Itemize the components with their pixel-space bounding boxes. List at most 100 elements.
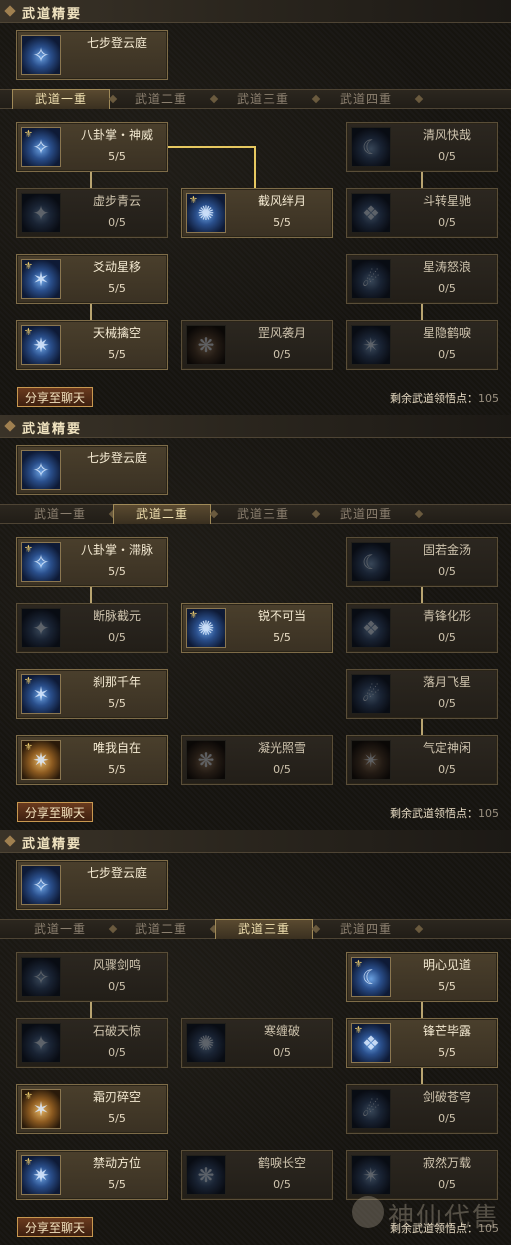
header-diamond-icon xyxy=(4,835,16,847)
tab-wudao-3[interactable]: 武道三重 xyxy=(215,919,313,939)
connector-line xyxy=(421,1065,423,1085)
skill-name: 天械擒空 xyxy=(92,326,141,340)
tab-wudao-4[interactable]: 武道四重 xyxy=(318,505,414,523)
skill-name: 风骤剑鸣 xyxy=(92,958,141,972)
tab-wudao-3[interactable]: 武道三重 xyxy=(215,505,311,523)
tab-wudao-4[interactable]: 武道四重 xyxy=(318,90,414,108)
skill-name: 唯我自在 xyxy=(92,741,141,755)
tab-wudao-1[interactable]: 武道一重 xyxy=(12,920,108,938)
gale-moon-icon: ❋ xyxy=(186,325,226,365)
skill-level: 0/5 xyxy=(438,282,456,295)
panel-header: 武道精要 xyxy=(0,415,511,438)
skill-card[interactable]: ✧ 风骤剑鸣 0/5 xyxy=(16,952,168,1002)
tab-wudao-1[interactable]: 武道一重 xyxy=(12,89,110,109)
tab-wudao-1[interactable]: 武道一重 xyxy=(12,505,108,523)
connector-line xyxy=(90,999,92,1019)
remaining-points: 剩余武道领悟点：105 xyxy=(390,805,499,821)
tab-divider-icon xyxy=(414,924,424,934)
top-skill-card[interactable]: ✧ 七步登云庭 xyxy=(16,860,168,910)
connector-line xyxy=(90,169,92,189)
skill-card[interactable]: ✷ ⚜ 唯我自在 5/5 xyxy=(16,735,168,785)
skill-card[interactable]: ❋ 鹤唳长空 0/5 xyxy=(181,1150,333,1200)
skill-card[interactable]: ✧ ⚜ 八卦掌・滞脉 5/5 xyxy=(16,537,168,587)
skill-name: 虚步青云 xyxy=(92,194,141,208)
skill-card[interactable]: ✧ ⚜ 八卦掌・神威 5/5 xyxy=(16,122,168,172)
top-skill-card[interactable]: ✧ 七步登云庭 xyxy=(16,30,168,80)
skill-level: 0/5 xyxy=(438,697,456,710)
share-to-chat-button[interactable]: 分享至聊天 xyxy=(17,1217,93,1237)
tab-wudao-2[interactable]: 武道二重 xyxy=(113,920,209,938)
cloud-step-icon: ✧ xyxy=(21,865,61,905)
sky-sword-icon: ☄ xyxy=(351,1089,391,1129)
connector-line xyxy=(421,716,423,736)
skill-card[interactable]: ❖ 斗转星驰 0/5 xyxy=(346,188,498,238)
instant-icon: ✶ ⚜ xyxy=(21,674,61,714)
skill-card[interactable]: ✦ 石破天惊 0/5 xyxy=(16,1018,168,1068)
skill-name: 截风绊月 xyxy=(257,194,306,208)
share-to-chat-button[interactable]: 分享至聊天 xyxy=(17,387,93,407)
cloud-step-icon: ✧ xyxy=(21,450,61,490)
skill-name: 八卦掌・滞脉 xyxy=(80,543,153,557)
skill-level: 0/5 xyxy=(108,980,126,993)
skill-card[interactable]: ☄ 落月飞星 0/5 xyxy=(346,669,498,719)
skill-card[interactable]: ❖ 青锋化形 0/5 xyxy=(346,603,498,653)
skill-card[interactable]: ✶ ⚜ 霜刃碎空 5/5 xyxy=(16,1084,168,1134)
panel-header: 武道精要 xyxy=(0,0,511,23)
falling-moon-icon: ☄ xyxy=(351,674,391,714)
sharp-icon: ✺ ⚜ xyxy=(186,608,226,648)
skill-name: 寂然万载 xyxy=(422,1156,471,1170)
skill-card[interactable]: ✷ ⚜ 天械擒空 5/5 xyxy=(16,320,168,370)
crane-cry-icon: ✴ xyxy=(351,325,391,365)
skill-name: 霜刃碎空 xyxy=(92,1090,141,1104)
lock-icon: ✷ ⚜ xyxy=(21,1155,61,1195)
skill-level: 0/5 xyxy=(438,565,456,578)
header-diamond-icon xyxy=(4,5,16,17)
skill-card[interactable]: ❋ 罡风袭月 0/5 xyxy=(181,320,333,370)
watermark-logo-icon xyxy=(352,1196,384,1228)
skill-card[interactable]: ✴ 气定神闲 0/5 xyxy=(346,735,498,785)
skill-level: 5/5 xyxy=(108,348,126,361)
skill-card[interactable]: ✦ 断脉截元 0/5 xyxy=(16,603,168,653)
skill-card[interactable]: ✺ ⚜ 锐不可当 5/5 xyxy=(181,603,333,653)
tab-wudao-3[interactable]: 武道三重 xyxy=(215,90,311,108)
skill-name: 凝光照雪 xyxy=(257,741,306,755)
tab-wudao-4[interactable]: 武道四重 xyxy=(318,920,414,938)
skill-card[interactable]: ❋ 凝光照雪 0/5 xyxy=(181,735,333,785)
calm-icon: ✴ xyxy=(351,740,391,780)
skill-card[interactable]: ✦ 虚步青云 0/5 xyxy=(16,188,168,238)
tab-wudao-2[interactable]: 武道二重 xyxy=(113,90,209,108)
frost-blade-icon: ✶ ⚜ xyxy=(21,1089,61,1129)
skill-card[interactable]: ❖ ⚜ 锋芒毕露 5/5 xyxy=(346,1018,498,1068)
skill-level: 5/5 xyxy=(108,1178,126,1191)
skill-card[interactable]: ☄ 星涛怒浪 0/5 xyxy=(346,254,498,304)
skill-card[interactable]: ✶ ⚜ 爻动星移 5/5 xyxy=(16,254,168,304)
skill-name: 爻动星移 xyxy=(92,260,141,274)
skill-name: 气定神闲 xyxy=(422,741,471,755)
skill-card[interactable]: ✶ ⚜ 刹那千年 5/5 xyxy=(16,669,168,719)
skill-name: 七步登云庭 xyxy=(86,36,147,50)
skill-card[interactable]: ☾ ⚜ 明心见道 5/5 xyxy=(346,952,498,1002)
bagua-palm-icon: ✧ ⚜ xyxy=(21,542,61,582)
skill-card[interactable]: ✷ ⚜ 禁动方位 5/5 xyxy=(16,1150,168,1200)
connector-line xyxy=(421,169,423,189)
skill-level: 5/5 xyxy=(273,631,291,644)
skill-name: 剑破苍穹 xyxy=(422,1090,471,1104)
skill-card[interactable]: ✴ 星隐鹤唳 0/5 xyxy=(346,320,498,370)
share-to-chat-button[interactable]: 分享至聊天 xyxy=(17,802,93,822)
skill-name: 石破天惊 xyxy=(92,1024,141,1038)
wudao-panel: 武道精要 ✧ 七步登云庭 武道一重 武道二重 武道三重 武道四重 ✧ ⚜ 八卦掌・滞脉… xyxy=(0,415,511,830)
skill-card[interactable]: ☾ 固若金汤 0/5 xyxy=(346,537,498,587)
skill-card[interactable]: ✺ ⚜ 截风绊月 5/5 xyxy=(181,188,333,238)
skill-name: 刹那千年 xyxy=(92,675,141,689)
skill-card[interactable]: ☄ 剑破苍穹 0/5 xyxy=(346,1084,498,1134)
star-shift-icon: ✶ ⚜ xyxy=(21,259,61,299)
watermark: 神仙代售 xyxy=(352,1192,504,1236)
top-skill-card[interactable]: ✧ 七步登云庭 xyxy=(16,445,168,495)
skill-card[interactable]: ✺ 寒缠破 0/5 xyxy=(181,1018,333,1068)
skill-level: 5/5 xyxy=(108,1112,126,1125)
skill-card[interactable]: ☾ 清风快哉 0/5 xyxy=(346,122,498,172)
skill-level: 0/5 xyxy=(108,631,126,644)
tab-wudao-2[interactable]: 武道二重 xyxy=(113,504,211,524)
tab-divider-icon xyxy=(414,509,424,519)
iron-wall-icon: ☾ xyxy=(351,542,391,582)
